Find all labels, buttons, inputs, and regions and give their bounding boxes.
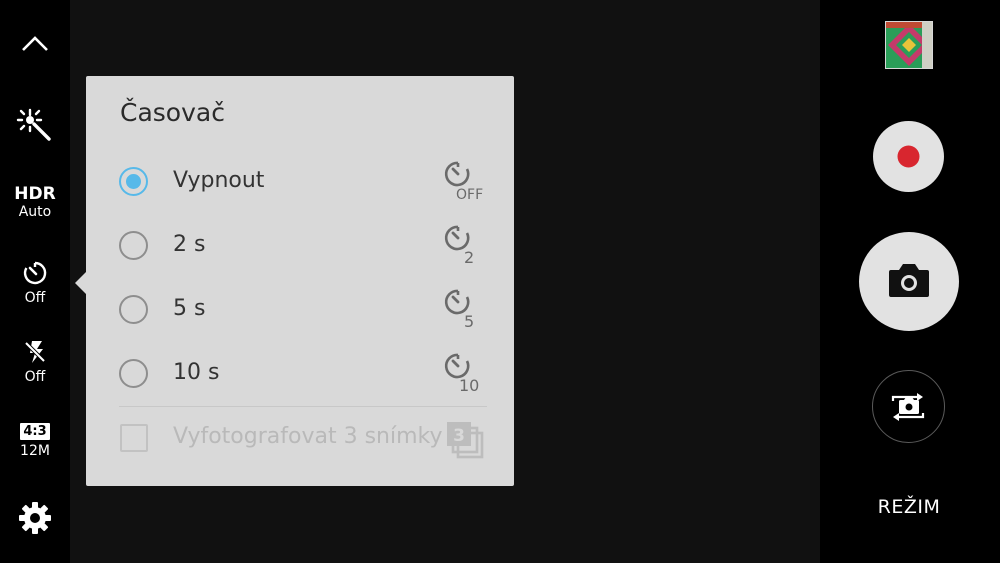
timer-option-off[interactable]: Vypnout OFF [86, 151, 514, 215]
hdr-title: HDR [14, 184, 56, 204]
record-button[interactable] [873, 121, 944, 192]
timer-off-icon: OFF [444, 161, 483, 203]
timer-value: Off [24, 290, 46, 306]
popup-pointer [75, 272, 86, 294]
timer-10s-icon: 10 [444, 353, 479, 395]
option-label: 10 s [173, 360, 220, 385]
shutter-button[interactable] [859, 232, 959, 331]
timer-2s-icon-text: 2 [464, 248, 474, 267]
magic-wand-icon [16, 108, 51, 141]
switch-camera-button[interactable] [872, 370, 945, 443]
gallery-thumbnail[interactable] [885, 21, 933, 69]
timer-2s-icon: 2 [444, 225, 474, 267]
popup-title: Časovač [120, 98, 225, 127]
switch-camera-icon [891, 393, 925, 421]
resolution-value: 12M [20, 443, 50, 459]
timer-option-5s[interactable]: 5 s 5 [86, 279, 514, 343]
gallery-thumbnail-icon [886, 22, 932, 68]
timer-5s-icon-text: 5 [464, 312, 474, 331]
quick-settings-bar: HDR Auto Off Off 4:3 12M [0, 0, 70, 563]
flash-off-icon [24, 341, 46, 363]
ratio-button[interactable]: 4:3 12M [0, 420, 70, 459]
burst-icon-text: 3 [453, 426, 465, 446]
burst-3-icon: 3 [447, 422, 484, 459]
camera-icon [889, 264, 929, 297]
chevron-up-icon [22, 36, 48, 51]
timer-button[interactable]: Off [0, 260, 70, 306]
hdr-button[interactable]: HDR Auto [0, 184, 70, 220]
divider [119, 406, 487, 407]
timer-5s-icon: 5 [444, 289, 474, 331]
gear-icon [19, 502, 51, 534]
timer-10s-icon-text: 10 [459, 376, 479, 395]
burst-checkbox[interactable] [120, 424, 148, 452]
settings-button[interactable] [0, 500, 70, 540]
timer-popup: Časovač Vypnout OFF 2 s 2 5 s 5 10 s 10 … [86, 76, 514, 486]
timer-icon [23, 261, 47, 285]
option-label: 2 s [173, 232, 206, 257]
record-icon [897, 145, 920, 168]
flash-value: Off [24, 369, 46, 385]
radio-unselected[interactable] [119, 295, 148, 324]
option-label: 5 s [173, 296, 206, 321]
flash-button[interactable]: Off [0, 339, 70, 385]
hdr-value: Auto [18, 204, 52, 220]
mode-button[interactable]: REŽIM [859, 496, 959, 518]
option-label: Vypnout [173, 168, 265, 193]
effects-button[interactable] [0, 106, 70, 148]
ratio-label: 4:3 [20, 423, 50, 440]
radio-selected[interactable] [119, 167, 148, 196]
burst-label: Vyfotografovat 3 snímky [173, 424, 443, 449]
timer-off-icon-text: OFF [456, 187, 483, 203]
radio-unselected[interactable] [119, 359, 148, 388]
collapse-button[interactable] [0, 30, 70, 58]
timer-option-10s[interactable]: 10 s 10 [86, 343, 514, 407]
radio-unselected[interactable] [119, 231, 148, 260]
timer-option-2s[interactable]: 2 s 2 [86, 215, 514, 279]
